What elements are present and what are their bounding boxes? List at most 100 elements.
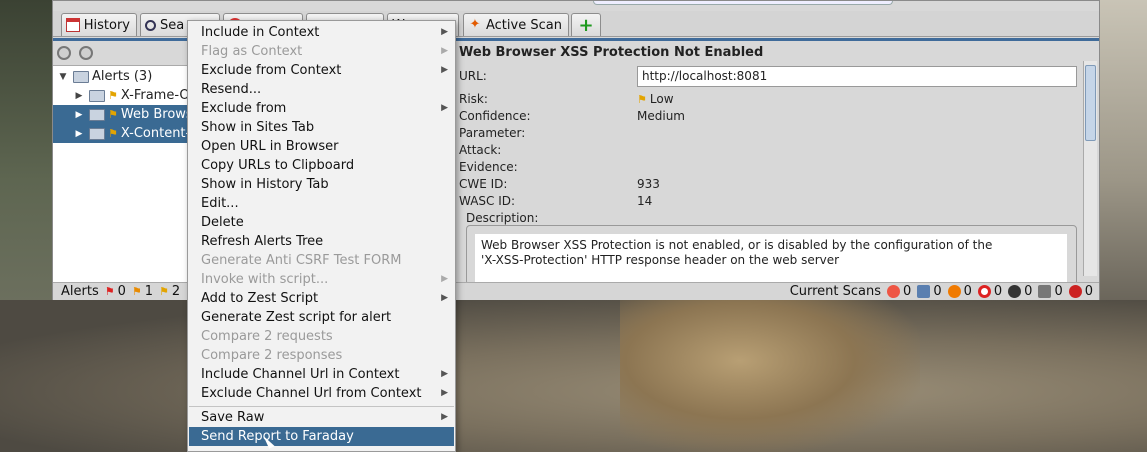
- risk-label: Risk:: [459, 92, 488, 106]
- url-bar-edge: [593, 1, 893, 5]
- expand-arrow-icon[interactable]: ▶: [73, 110, 85, 120]
- count: 0: [903, 284, 912, 299]
- tab-label: Active Scan: [486, 17, 562, 33]
- menu-item-label: Save Raw: [201, 410, 265, 425]
- menu-item-add-to-zest-script[interactable]: Add to Zest Script ▶: [189, 289, 454, 308]
- tab-active-scan[interactable]: ✦ Active Scan: [463, 13, 569, 36]
- menu-item-exclude-from-context[interactable]: Exclude from Context ▶: [189, 61, 454, 80]
- menu-item-include-channel-url[interactable]: Include Channel Url in Context ▶: [189, 365, 454, 384]
- menu-item-label: Generate Zest script for alert: [201, 310, 392, 325]
- tab-label: History: [83, 17, 130, 33]
- spider-icon: [1008, 285, 1022, 298]
- ajax-spider-count: 0: [1068, 284, 1093, 299]
- add-tab-button[interactable]: +: [571, 13, 601, 36]
- flag-icon: ⚑: [637, 93, 647, 106]
- scope-filter-icon[interactable]: [57, 46, 71, 60]
- menu-item-save-raw[interactable]: Save Raw ▶: [189, 408, 454, 427]
- tree-item-label: Web Brows: [120, 107, 193, 122]
- description-line: 'X-XSS-Protection' HTTP response header …: [481, 253, 840, 267]
- menu-item-label: Generate Anti CSRF Test FORM: [201, 253, 402, 268]
- menu-item-label: Invoke with script...: [201, 272, 329, 287]
- menu-item-delete[interactable]: Delete: [189, 213, 454, 232]
- fuzzer-count: 0: [1038, 284, 1063, 299]
- menu-item-label: Flag as Context: [201, 44, 303, 59]
- folder-icon: [89, 108, 105, 121]
- download-icon: [917, 285, 931, 298]
- submenu-arrow-icon: ▶: [441, 274, 448, 284]
- risk-value-text: Low: [649, 92, 674, 106]
- count: 0: [933, 284, 942, 299]
- menu-item-show-in-history-tab[interactable]: Show in History Tab: [189, 175, 454, 194]
- menu-item-generate-zest-script[interactable]: Generate Zest script for alert: [189, 308, 454, 327]
- menu-item-label: Exclude from Context: [201, 63, 342, 78]
- alerts-label: Alerts: [61, 284, 99, 299]
- menu-item-label: Add to Zest Script: [201, 291, 319, 306]
- description-line: Web Browser XSS Protection is not enable…: [481, 238, 993, 252]
- collapse-arrow-icon[interactable]: ▼: [57, 72, 69, 82]
- wasc-value: 14: [637, 194, 653, 208]
- menu-item-compare-requests: Compare 2 requests: [189, 327, 454, 346]
- menu-item-send-report-to-faraday[interactable]: Send Report to Faraday: [189, 427, 454, 446]
- menu-separator: [189, 406, 454, 407]
- folder-icon: [73, 70, 89, 83]
- tree-root-label: Alerts (3): [92, 69, 153, 84]
- submenu-arrow-icon: ▶: [441, 65, 448, 75]
- menu-item-refresh-alerts-tree[interactable]: Refresh Alerts Tree: [189, 232, 454, 251]
- description-text[interactable]: Web Browser XSS Protection is not enable…: [475, 234, 1067, 282]
- flame-icon: ✦: [469, 17, 481, 32]
- menu-item-compare-responses: Compare 2 responses: [189, 346, 454, 365]
- menu-item-copy-urls[interactable]: Copy URLs to Clipboard: [189, 156, 454, 175]
- url-field[interactable]: http://localhost:8081: [637, 66, 1077, 87]
- folder-icon: [89, 127, 105, 140]
- wasc-label: WASC ID:: [459, 194, 516, 208]
- low-alerts-count: ⚑ 2: [159, 284, 180, 299]
- flag-icon: ⚑: [108, 89, 118, 102]
- menu-item-exclude-from[interactable]: Exclude from ▶: [189, 99, 454, 118]
- spider-count: 0: [1008, 284, 1032, 299]
- red-spider-icon: [1068, 285, 1082, 298]
- link-with-sites-icon[interactable]: [79, 46, 93, 60]
- menu-item-label: Include Channel Url in Context: [201, 367, 400, 382]
- flag-icon: ⚑: [159, 285, 169, 298]
- wrench-icon: [1038, 285, 1052, 298]
- tab-label: Sea: [160, 17, 185, 33]
- detail-scrollbar[interactable]: [1083, 61, 1097, 276]
- menu-item-open-url-in-browser[interactable]: Open URL in Browser: [189, 137, 454, 156]
- menu-item-resend[interactable]: Resend...: [189, 80, 454, 99]
- submenu-arrow-icon: ▶: [441, 369, 448, 379]
- description-label: Description:: [466, 211, 539, 225]
- menu-item-label: Send Report to Faraday: [201, 429, 354, 444]
- scrollbar-thumb[interactable]: [1085, 65, 1096, 141]
- menu-item-include-in-context[interactable]: Include in Context ▶: [189, 23, 454, 42]
- flag-icon: ⚑: [108, 108, 118, 121]
- expand-arrow-icon[interactable]: ▶: [73, 129, 85, 139]
- expand-arrow-icon[interactable]: ▶: [73, 91, 85, 101]
- flag-icon: ⚑: [131, 285, 142, 298]
- risk-value: ⚑ Low: [637, 92, 674, 106]
- count: 0: [1024, 284, 1033, 299]
- menu-item-label: Show in Sites Tab: [201, 120, 315, 135]
- submenu-arrow-icon: ▶: [441, 27, 448, 37]
- submenu-arrow-icon: ▶: [441, 412, 448, 422]
- desktop-background-right: [1100, 0, 1147, 300]
- confidence-value: Medium: [637, 109, 685, 123]
- menu-item-show-in-sites-tab[interactable]: Show in Sites Tab: [189, 118, 454, 137]
- medium-alerts-count: ⚑ 1: [132, 284, 153, 299]
- menu-item-label: Exclude Channel Url from Context: [201, 386, 422, 401]
- count: 0: [1054, 284, 1063, 299]
- alert-title: Web Browser XSS Protection Not Enabled: [459, 45, 764, 60]
- menu-item-generate-anti-csrf: Generate Anti CSRF Test FORM: [189, 251, 454, 270]
- menu-item-label: Include in Context: [201, 25, 320, 40]
- confidence-label: Confidence:: [459, 109, 531, 123]
- target-icon: [977, 285, 991, 298]
- attack-label: Attack:: [459, 143, 502, 157]
- tab-history[interactable]: History: [61, 13, 137, 36]
- menu-item-label: Resend...: [201, 82, 262, 97]
- menu-item-label: Edit...: [201, 196, 239, 211]
- menu-item-label: Refresh Alerts Tree: [201, 234, 324, 249]
- menu-item-exclude-channel-url[interactable]: Exclude Channel Url from Context ▶: [189, 384, 454, 403]
- menu-item-edit[interactable]: Edit...: [189, 194, 454, 213]
- menu-item-flag-as-context: Flag as Context ▶: [189, 42, 454, 61]
- parameter-label: Parameter:: [459, 126, 526, 140]
- current-scans-summary: Current Scans 0 0 0 0 0 0 0: [790, 284, 1093, 299]
